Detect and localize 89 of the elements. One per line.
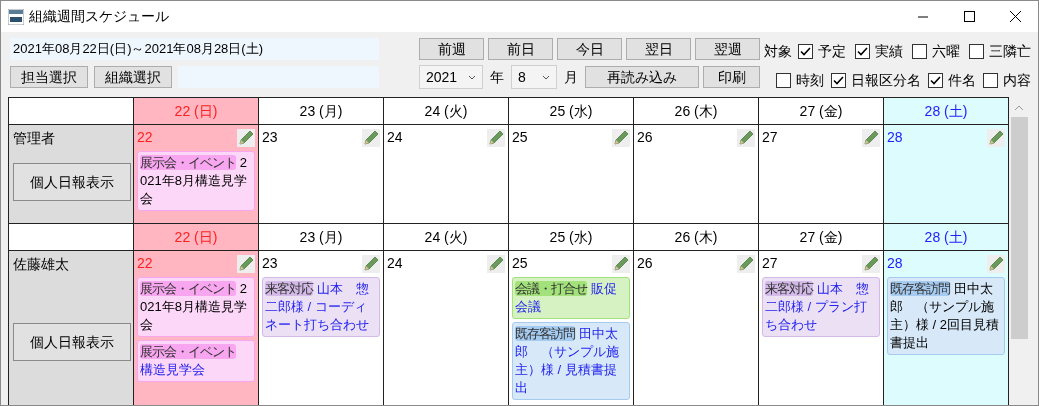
day-number: 28 <box>887 254 903 273</box>
nav-button[interactable]: 今日 <box>557 38 622 60</box>
event-card[interactable]: 会議・打合せ 販促会議 <box>512 277 630 319</box>
filter-checkbox[interactable]: 三隣亡 <box>969 41 1031 62</box>
day-number: 24 <box>387 254 403 273</box>
checkmark-icon <box>800 47 811 56</box>
scrollbar-thumb[interactable] <box>1010 117 1028 339</box>
day-number: 27 <box>762 128 778 147</box>
organization-select-button[interactable]: 組織選択 <box>94 66 172 88</box>
event-card[interactable]: 展示会・イベント 構造見学会 <box>137 340 255 382</box>
event-card[interactable]: 展示会・イベント 2021年8月構造見学会 <box>137 151 255 211</box>
pencil-icon[interactable] <box>987 254 1005 273</box>
day-header: 27 (金) <box>759 224 884 251</box>
pencil-icon[interactable] <box>862 128 880 147</box>
app-logo-icon <box>8 8 24 25</box>
day-number: 25 <box>512 128 528 147</box>
day-number: 24 <box>387 128 403 147</box>
day-number: 22 <box>137 254 153 273</box>
pencil-icon[interactable] <box>737 254 755 273</box>
day-number: 23 <box>262 128 278 147</box>
month-label: 月 <box>563 67 579 87</box>
pencil-icon[interactable] <box>737 128 755 147</box>
date-range-field[interactable]: 2021年08月22日(日)～2021年08月28日(土) <box>10 38 379 60</box>
staff-name: 佐藤雄太 <box>13 255 70 274</box>
checkmark-icon <box>930 76 941 85</box>
checkmark-icon <box>857 47 868 56</box>
day-number: 22 <box>137 128 153 147</box>
pencil-icon[interactable] <box>987 128 1005 147</box>
day-header: 24 (火) <box>384 98 509 125</box>
event-card[interactable]: 来客対応 山本 惣二郎様 / コーディネート打ち合わせ <box>262 277 380 337</box>
filter-checkbox[interactable]: 日報区分名 <box>831 70 921 91</box>
pencil-icon[interactable] <box>612 128 630 147</box>
chevron-down-icon <box>468 74 476 80</box>
day-number: 23 <box>262 254 278 273</box>
day-header: 25 (水) <box>509 98 634 125</box>
day-header: 26 (木) <box>634 224 759 251</box>
chevron-down-icon <box>542 74 550 80</box>
daily-report-button[interactable]: 個人日報表示 <box>13 323 131 361</box>
day-header: 22 (日) <box>134 224 259 251</box>
pencil-icon[interactable] <box>862 254 880 273</box>
event-card[interactable]: 来客対応 山本 惣二郎様 / プラン打ち合わせ <box>762 277 880 337</box>
event-card[interactable]: 既存客訪問 田中太郎 （サンプル施主）様 / 見積書提出 <box>512 322 630 400</box>
pencil-icon[interactable] <box>362 128 380 147</box>
day-number: 26 <box>637 128 653 147</box>
nav-button[interactable]: 前週 <box>419 38 484 60</box>
year-label: 年 <box>489 67 505 87</box>
day-header: 24 (火) <box>384 224 509 251</box>
day-header: 26 (木) <box>634 98 759 125</box>
month-select[interactable]: 8 <box>511 65 557 89</box>
reload-button[interactable]: 再読み込み <box>585 66 699 88</box>
day-number: 25 <box>512 254 528 273</box>
pencil-icon[interactable] <box>237 128 255 147</box>
day-header: 28 (土) <box>884 224 1009 251</box>
day-header: 22 (日) <box>134 98 259 125</box>
window-title: 組織週間スケジュール <box>29 7 169 26</box>
filter-checkbox[interactable]: 時刻 <box>776 70 824 91</box>
year-select[interactable]: 2021 <box>419 65 483 89</box>
staff-select-button[interactable]: 担当選択 <box>10 66 88 88</box>
event-card[interactable]: 展示会・イベント 2021年8月構造見学会 <box>137 277 255 337</box>
filter-checkbox[interactable]: 内容 <box>983 70 1031 91</box>
filter-checkbox[interactable]: 六曜 <box>912 41 960 62</box>
pencil-icon[interactable] <box>487 128 505 147</box>
filter-checkbox[interactable]: 予定 <box>798 41 846 62</box>
nav-button[interactable]: 翌日 <box>626 38 691 60</box>
pencil-icon[interactable] <box>237 254 255 273</box>
print-button[interactable]: 印刷 <box>703 66 760 88</box>
day-header: 23 (月) <box>259 98 384 125</box>
nav-button[interactable]: 翌週 <box>695 38 760 60</box>
filter-checkbox[interactable]: 件名 <box>928 70 976 91</box>
scroll-up-icon[interactable] <box>1014 105 1024 111</box>
filter-label: 対象 <box>764 42 792 61</box>
day-header: 27 (金) <box>759 98 884 125</box>
day-header: 25 (水) <box>509 224 634 251</box>
day-number: 28 <box>887 128 903 147</box>
maximize-icon <box>963 11 975 22</box>
pencil-icon[interactable] <box>487 254 505 273</box>
pencil-icon[interactable] <box>362 254 380 273</box>
checkmark-icon <box>833 76 844 85</box>
staff-name: 管理者 <box>13 129 56 148</box>
pencil-icon[interactable] <box>612 254 630 273</box>
day-header: 23 (月) <box>259 224 384 251</box>
day-number: 27 <box>762 254 778 273</box>
nav-button[interactable]: 前日 <box>488 38 553 60</box>
day-number: 26 <box>637 254 653 273</box>
daily-report-button[interactable]: 個人日報表示 <box>13 163 131 201</box>
close-icon <box>1009 11 1021 22</box>
day-header: 28 (土) <box>884 98 1009 125</box>
filter-checkbox[interactable]: 実績 <box>855 41 903 62</box>
event-card[interactable]: 既存客訪問 田中太郎 （サンプル施主）様 / 2回目見積書提出 <box>887 277 1005 355</box>
